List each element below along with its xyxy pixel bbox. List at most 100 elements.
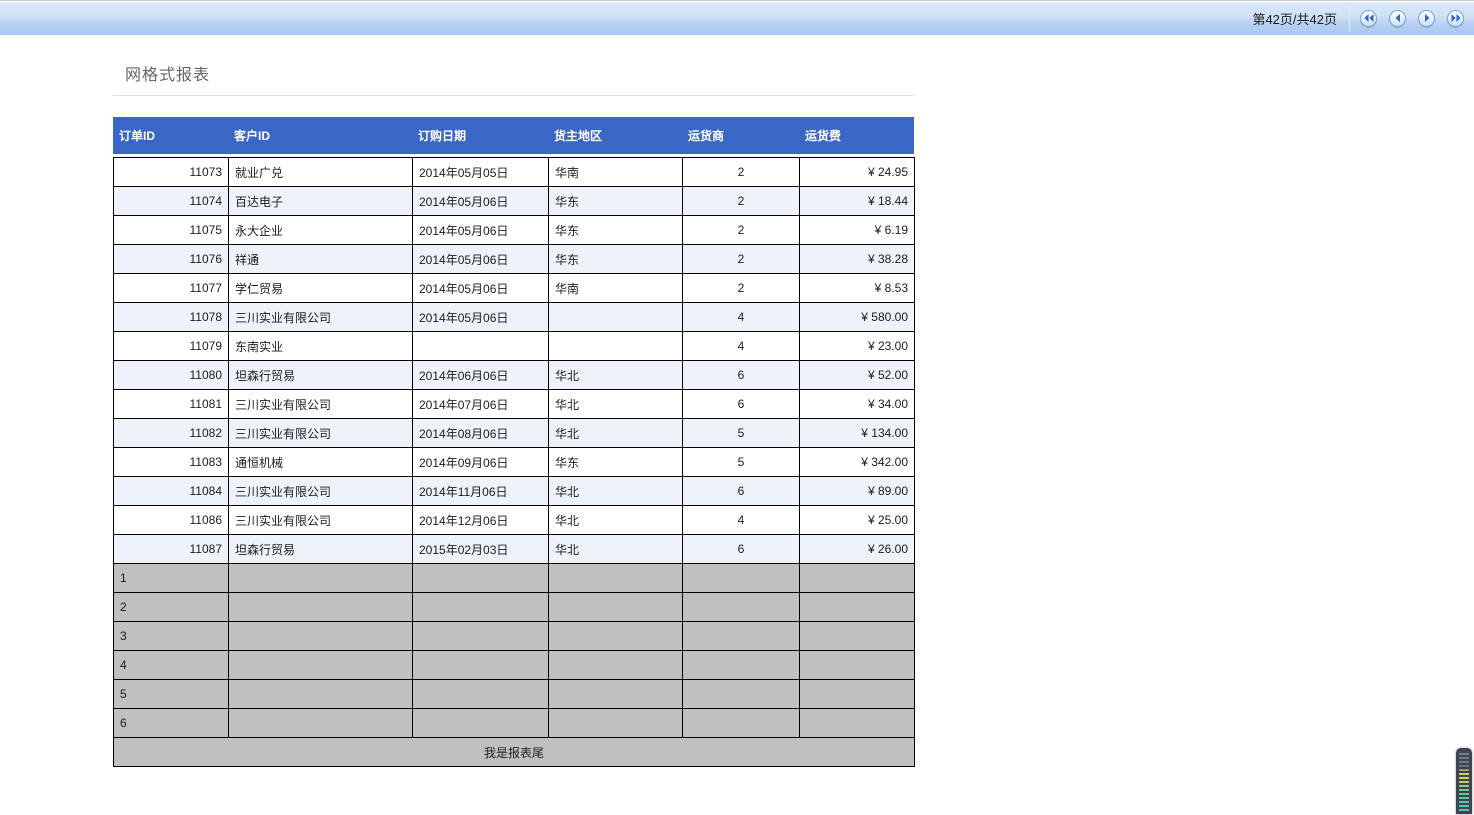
table-cell: 三川实业有限公司 — [228, 476, 413, 506]
table-cell: 5 — [682, 447, 800, 477]
filler-cell — [412, 592, 549, 622]
table-cell: 6 — [682, 389, 800, 419]
table-cell: 坦森行贸易 — [228, 534, 413, 564]
table-cell: 华南 — [548, 273, 683, 303]
table-cell: 11074 — [113, 186, 229, 216]
table-cell: 祥通 — [228, 244, 413, 274]
double-left-arrow-icon — [1364, 14, 1374, 22]
table-cell: ¥ 38.28 — [799, 244, 915, 274]
table-row: 11076 祥通 2014年05月06日 华东 2 ¥ 38.28 — [113, 244, 915, 274]
filler-cell — [548, 708, 683, 738]
table-row: 11077 学仁贸易 2014年05月06日 华南 2 ¥ 8.53 — [113, 273, 915, 303]
filler-cell — [682, 592, 800, 622]
table-cell: ¥ 52.00 — [799, 360, 915, 390]
table-cell: 学仁贸易 — [228, 273, 413, 303]
table-cell: 通恒机械 — [228, 447, 413, 477]
filler-cell — [412, 563, 549, 593]
table-cell: 2014年05月06日 — [412, 273, 549, 303]
activity-meter-icon — [1456, 748, 1472, 814]
table-cell: 11078 — [113, 302, 229, 332]
filler-cell — [799, 708, 915, 738]
table-row: 11078 三川实业有限公司 2014年05月06日 4 ¥ 580.00 — [113, 302, 915, 332]
table-cell: 2 — [682, 244, 800, 274]
pagination-nav-group — [1360, 9, 1474, 27]
filler-cell: 4 — [113, 650, 229, 680]
column-header: 订购日期 — [418, 129, 467, 143]
filler-cell — [799, 563, 915, 593]
report-container: 网格式报表 订单ID 客户ID 订购日期 货主地区 运货商 运货费 11073 就业广兑 20… — [113, 35, 915, 767]
column-header: 货主地区 — [554, 129, 603, 143]
table-cell: 2014年06月06日 — [412, 360, 549, 390]
filler-row: 4 — [113, 650, 915, 680]
report-page: 网格式报表 订单ID 客户ID 订购日期 货主地区 运货商 运货费 11073 就业广兑 20… — [0, 35, 1474, 814]
filler-cell — [228, 592, 413, 622]
filler-cell — [799, 592, 915, 622]
table-cell: 11081 — [113, 389, 229, 419]
filler-cell — [412, 708, 549, 738]
table-cell: 4 — [682, 302, 800, 332]
table-cell: 11084 — [113, 476, 229, 506]
filler-row: 3 — [113, 621, 915, 651]
toolbar-separator — [1349, 4, 1350, 32]
filler-cell — [548, 592, 683, 622]
activity-meter-stripes — [1459, 753, 1469, 812]
filler-cell — [412, 621, 549, 651]
table-cell: 东南实业 — [228, 331, 413, 361]
table-cell: 6 — [682, 360, 800, 390]
report-title: 网格式报表 — [125, 67, 211, 84]
table-cell: 2014年07月06日 — [412, 389, 549, 419]
table-row: 11079 东南实业 4 ¥ 23.00 — [113, 331, 915, 361]
filler-cell — [799, 679, 915, 709]
table-cell: 11082 — [113, 418, 229, 448]
filler-cell — [682, 650, 800, 680]
table-row: 11074 百达电子 2014年05月06日 华东 2 ¥ 18.44 — [113, 186, 915, 216]
table-cell: 华北 — [548, 505, 683, 535]
table-cell: 11077 — [113, 273, 229, 303]
filler-cell — [228, 650, 413, 680]
table-cell: 百达电子 — [228, 186, 413, 216]
column-header: 订单ID — [119, 129, 156, 143]
report-table-body: 11073 就业广兑 2014年05月05日 华南 2 ¥ 24.95 11074 百达电子 2… — [113, 157, 915, 767]
table-cell: 三川实业有限公司 — [228, 302, 413, 332]
table-header-row: 订单ID 客户ID 订购日期 货主地区 运货商 运货费 — [113, 117, 914, 154]
table-cell: 2 — [682, 186, 800, 216]
filler-row: 2 — [113, 592, 915, 622]
last-page-button[interactable] — [1447, 9, 1464, 27]
table-cell: 华东 — [548, 447, 683, 477]
table-cell: 11076 — [113, 244, 229, 274]
next-page-button[interactable] — [1418, 9, 1435, 27]
table-cell: 永大企业 — [228, 215, 413, 245]
page-indicator: 第42页/共42页 — [1252, 11, 1337, 27]
filler-cell — [548, 650, 683, 680]
report-footer-row: 我是报表尾 — [113, 737, 915, 767]
table-cell: 2 — [682, 273, 800, 303]
table-cell: 华北 — [548, 534, 683, 564]
column-header: 运货商 — [688, 129, 725, 143]
table-cell: 11086 — [113, 505, 229, 535]
table-cell: 三川实业有限公司 — [228, 389, 413, 419]
table-cell: 2014年05月06日 — [412, 302, 549, 332]
filler-cell — [682, 621, 800, 651]
table-cell: 坦森行贸易 — [228, 360, 413, 390]
table-cell: 就业广兑 — [228, 157, 413, 187]
table-cell: 11079 — [113, 331, 229, 361]
table-cell: 2014年12月06日 — [412, 505, 549, 535]
table-row: 11073 就业广兑 2014年05月05日 华南 2 ¥ 24.95 — [113, 157, 915, 187]
prev-page-button[interactable] — [1389, 9, 1406, 27]
table-cell: 华北 — [548, 360, 683, 390]
table-row: 11087 坦森行贸易 2015年02月03日 华北 6 ¥ 26.00 — [113, 534, 915, 564]
table-cell: ¥ 89.00 — [799, 476, 915, 506]
filler-cell: 3 — [113, 621, 229, 651]
filler-cell — [228, 679, 413, 709]
filler-cell — [228, 563, 413, 593]
filler-cell: 1 — [113, 563, 229, 593]
table-cell: ¥ 23.00 — [799, 331, 915, 361]
table-cell: 2014年09月06日 — [412, 447, 549, 477]
table-cell: 华东 — [548, 186, 683, 216]
table-cell: 4 — [682, 331, 800, 361]
table-cell: 2014年05月06日 — [412, 186, 549, 216]
table-cell: ¥ 134.00 — [799, 418, 915, 448]
table-cell: 三川实业有限公司 — [228, 418, 413, 448]
table-cell: 华北 — [548, 418, 683, 448]
first-page-button[interactable] — [1360, 9, 1377, 27]
